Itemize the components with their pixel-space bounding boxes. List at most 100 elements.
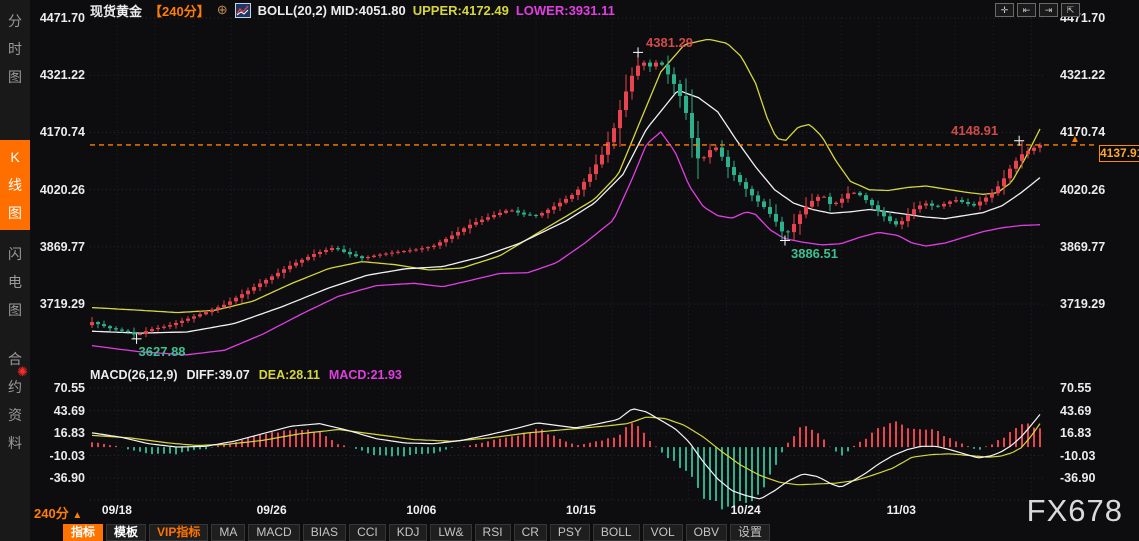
boll-band <box>92 132 1040 355</box>
macd-axis-tick-right: -36.90 <box>1060 471 1095 485</box>
toolbar-item-8[interactable]: LW& <box>430 524 471 541</box>
sidebar-tab-contract-info[interactable]: 合约资料 <box>0 342 30 460</box>
date-axis-label: 09/26 <box>257 503 287 517</box>
toolbar-item-7[interactable]: KDJ <box>389 524 428 541</box>
chart-header: 现货黄金 【240分】 ⊕ BOLL(20,2) MID:4051.80 UPP… <box>90 2 615 18</box>
candle <box>870 200 874 205</box>
toolbar-item-12[interactable]: BOLL <box>593 524 640 541</box>
candle <box>846 193 850 198</box>
candle <box>240 294 244 298</box>
toolbar-item-0[interactable]: 指标 <box>63 524 103 541</box>
candle <box>648 63 652 67</box>
candle <box>756 195 760 201</box>
date-axis-label: 10/06 <box>406 503 436 517</box>
candle <box>828 197 832 204</box>
candle <box>108 326 112 328</box>
candle <box>402 251 406 252</box>
candle <box>660 63 664 65</box>
toolbar-item-5[interactable]: BIAS <box>303 524 346 541</box>
candle <box>924 204 928 206</box>
candle <box>486 217 490 219</box>
candle <box>168 325 172 327</box>
toolbar-item-15[interactable]: 设置 <box>730 524 770 541</box>
candle <box>198 314 202 316</box>
sidebar-tab-kline-chart[interactable]: K线图 <box>0 140 30 230</box>
candle <box>552 206 556 209</box>
candle <box>180 321 184 323</box>
candle <box>408 250 412 251</box>
candle <box>606 142 610 155</box>
candle <box>588 174 592 182</box>
zoom-out-icon[interactable]: ⇤ <box>1017 3 1036 17</box>
swing-high-label: 4148.91 <box>951 123 998 138</box>
candle <box>768 207 772 214</box>
trading-app-window: 分时图 K线图闪电图合约资料 ✺ 现货黄金 【240分】 ⊕ BOLL(20,2)… <box>0 0 1139 541</box>
candle <box>306 257 310 260</box>
tab-char: 闪 <box>0 240 30 268</box>
candle <box>570 195 574 199</box>
candle <box>1020 154 1024 161</box>
alert-blink-icon[interactable]: ✺ <box>17 364 28 380</box>
candle <box>816 197 820 201</box>
candle <box>744 182 748 189</box>
last-price-box: 4137.91 <box>1099 145 1139 162</box>
candle <box>942 204 946 206</box>
candle <box>210 310 214 312</box>
toolbar-item-11[interactable]: PSY <box>550 524 590 541</box>
candle <box>840 199 844 203</box>
fx678-watermark: FX678 <box>1027 493 1123 529</box>
candle <box>834 203 838 204</box>
candle <box>480 220 484 222</box>
toolbar-item-9[interactable]: RSI <box>475 524 511 541</box>
candle <box>786 231 790 232</box>
zoom-in-icon[interactable]: ⇥ <box>1039 3 1058 17</box>
toolbar-item-1[interactable]: 模板 <box>106 524 146 541</box>
candle <box>438 242 442 245</box>
candle <box>774 214 778 222</box>
swing-low-label: 3886.51 <box>791 246 838 261</box>
toolbar-item-13[interactable]: VOL <box>643 524 683 541</box>
candle <box>582 182 586 190</box>
mini-line-chart-icon[interactable] <box>235 3 251 18</box>
sidebar-tab-time-chart[interactable]: 分时图 <box>0 4 30 94</box>
boll-upper-readout: UPPER:4172.49 <box>413 3 509 18</box>
kline-chart-canvas[interactable] <box>0 0 1139 541</box>
candle <box>780 222 784 232</box>
candle <box>360 256 364 258</box>
candle <box>966 202 970 204</box>
sidebar-tab-lightning-chart[interactable]: 闪电图 <box>0 237 30 327</box>
swing-high-label: 4381.29 <box>646 35 693 50</box>
toolbar-item-2[interactable]: VIP指标 <box>149 524 208 541</box>
candle <box>714 148 718 151</box>
toolbar-item-10[interactable]: CR <box>514 524 547 541</box>
candle <box>312 254 316 257</box>
candle <box>468 225 472 229</box>
candle <box>318 252 322 254</box>
date-axis-label: 10/15 <box>566 503 596 517</box>
toolbar-item-3[interactable]: MA <box>211 524 245 541</box>
tab-char: 时 <box>0 35 30 63</box>
candle <box>348 252 352 254</box>
swing-low-label: 3627.88 <box>139 344 186 359</box>
candle <box>630 76 634 92</box>
crosshair-move-icon[interactable]: ✛ <box>995 3 1014 17</box>
candle <box>114 328 118 329</box>
toolbar-item-14[interactable]: OBV <box>686 524 727 541</box>
price-axis-tick-right: 4020.26 <box>1060 183 1105 197</box>
toolbar-item-6[interactable]: CCI <box>349 524 386 541</box>
restore-view-icon[interactable]: ⇱ <box>1061 3 1080 17</box>
candle <box>1002 178 1006 186</box>
candle <box>540 213 544 215</box>
candle <box>186 319 190 321</box>
price-axis-tick-right: 3719.29 <box>1060 297 1105 311</box>
candle <box>996 186 1000 193</box>
candle <box>798 214 802 224</box>
candle <box>960 200 964 202</box>
macd-header: MACD(26,12,9) DIFF:39.07 DEA:28.11 MACD:… <box>90 368 402 382</box>
tab-char: 图 <box>0 199 30 227</box>
bottom-period-label[interactable]: 240分 ▲ <box>34 503 82 522</box>
plus-circle-icon[interactable]: ⊕ <box>217 2 228 18</box>
toolbar-item-4[interactable]: MACD <box>248 524 299 541</box>
candle <box>576 190 580 195</box>
candle <box>450 236 454 239</box>
